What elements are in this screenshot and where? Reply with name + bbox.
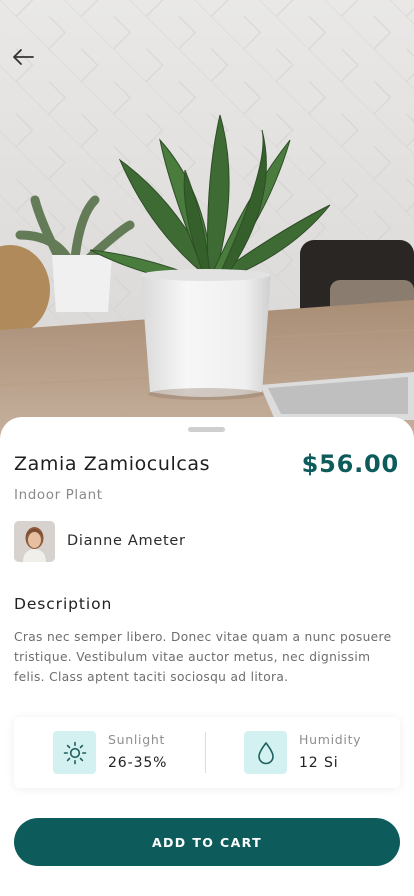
owner-photo [14, 521, 55, 562]
stats-divider [205, 732, 206, 773]
owner-name[interactable]: Dianne Ameter [67, 533, 186, 549]
product-category: Indoor Plant [14, 487, 103, 503]
product-photo [0, 0, 414, 440]
product-name: Zamia Zamioculcas [14, 453, 211, 475]
water-drop-icon [257, 741, 274, 764]
care-stats-card: Sunlight 26-35% Humidity 12 Si [14, 717, 400, 788]
product-price: $56.00 [301, 450, 399, 478]
back-button[interactable] [8, 42, 38, 72]
sunlight-icon-badge [53, 731, 96, 774]
humidity-value: 12 Si [299, 755, 339, 771]
sunlight-value: 26-35% [108, 755, 168, 771]
drag-handle[interactable] [188, 427, 225, 432]
description-text: Cras nec semper libero. Donec vitae quam… [14, 630, 392, 684]
humidity-label: Humidity [299, 732, 362, 747]
avatar[interactable] [14, 521, 55, 562]
product-details-sheet: Zamia Zamioculcas $56.00 Indoor Plant Di… [0, 417, 414, 896]
humidity-icon-badge [244, 731, 287, 774]
sun-icon [63, 741, 86, 764]
sunlight-label: Sunlight [108, 732, 166, 747]
description-heading: Description [14, 595, 113, 613]
plant-image [0, 0, 414, 440]
arrow-left-icon [13, 49, 34, 65]
add-to-cart-button[interactable]: ADD TO CART [14, 818, 400, 866]
